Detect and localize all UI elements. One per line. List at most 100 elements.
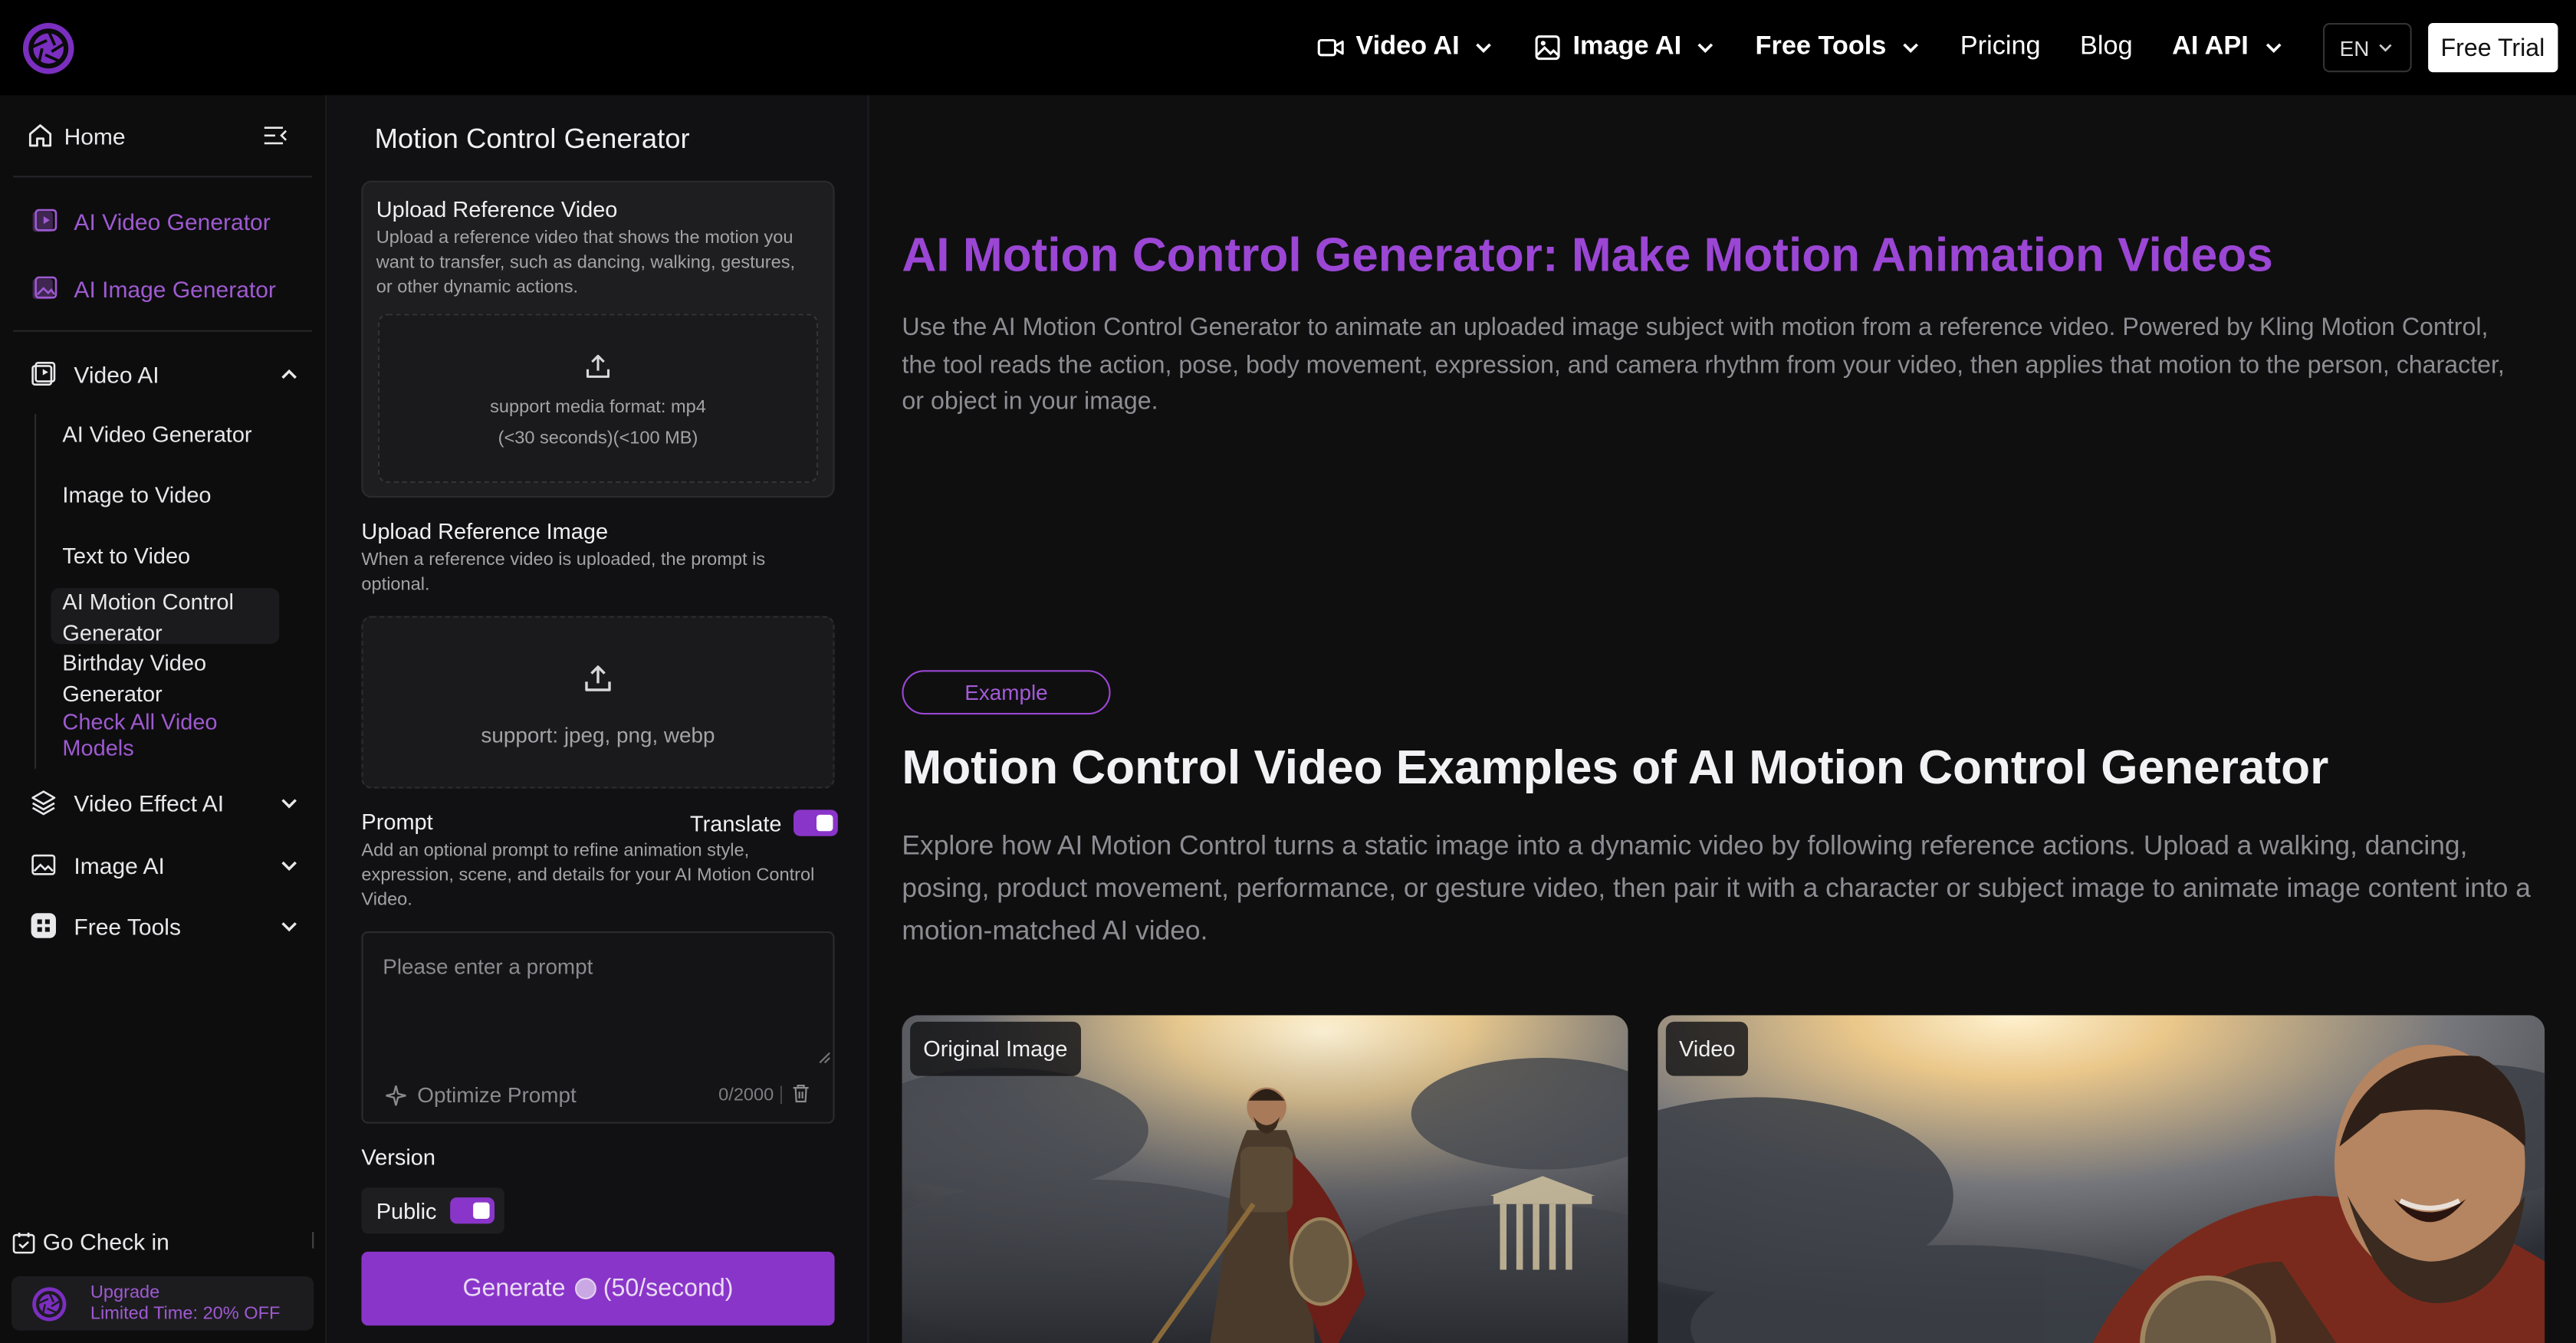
sidebar-item-video-ai[interactable]: Video AI bbox=[30, 360, 299, 387]
optimize-prompt-button[interactable]: Optimize Prompt bbox=[384, 1082, 577, 1108]
nav-blog[interactable]: Blog bbox=[2080, 33, 2133, 63]
prompt-box: Optimize Prompt 0/2000 bbox=[361, 931, 835, 1124]
reference-video-description: Upload a reference video that shows the … bbox=[376, 228, 796, 297]
chevron-down-icon bbox=[281, 921, 297, 931]
video-limit-text: (<30 seconds)(<100 MB) bbox=[498, 429, 698, 448]
home-icon bbox=[28, 124, 52, 147]
sidebar-item-ai-video-generator[interactable]: AI Video Generator bbox=[30, 207, 299, 235]
optimize-prompt-label: Optimize Prompt bbox=[417, 1082, 577, 1108]
trash-icon[interactable] bbox=[790, 1082, 812, 1104]
divider bbox=[13, 176, 313, 178]
sidebar-subitem-birthday-video[interactable]: Birthday Video Generator bbox=[62, 647, 276, 709]
nav-blog-label: Blog bbox=[2080, 32, 2133, 61]
public-control: Public bbox=[361, 1187, 504, 1234]
page-title: AI Motion Control Generator: Make Motion… bbox=[902, 230, 2273, 283]
prompt-input[interactable] bbox=[363, 933, 833, 1069]
video-format-text: support media format: mp4 bbox=[490, 397, 706, 418]
sidebar-subitem-image-to-video[interactable]: Image to Video bbox=[62, 480, 276, 511]
image-icon bbox=[31, 854, 56, 875]
generate-button[interactable]: Generate (50/second) bbox=[361, 1251, 835, 1326]
top-navigation: Video AI Image AI Free Tools Pricing Blo… bbox=[0, 0, 2576, 96]
reference-image-title: Upload Reference Image bbox=[361, 519, 609, 544]
nav-pricing[interactable]: Pricing bbox=[1960, 33, 2041, 63]
language-selector[interactable]: EN bbox=[2322, 23, 2411, 73]
collapse-sidebar-icon[interactable] bbox=[261, 122, 289, 149]
sidebar-item-label: Image AI bbox=[74, 852, 165, 878]
go-check-in-link[interactable]: Go Check in bbox=[12, 1229, 169, 1255]
chevron-down-icon bbox=[1476, 43, 1492, 54]
sidebar-check-all-models[interactable]: Check All Video Models bbox=[62, 710, 276, 763]
reference-video-card: Upload Reference Video Upload a referenc… bbox=[361, 180, 835, 498]
sidebar-item-video-effect-ai[interactable]: Video Effect AI bbox=[30, 789, 299, 816]
free-trial-button[interactable]: Free Trial bbox=[2427, 23, 2558, 73]
video-tag: Video bbox=[1665, 1021, 1749, 1076]
sidebar-item-free-tools[interactable]: Free Tools bbox=[30, 911, 299, 939]
generate-cost: (50/second) bbox=[603, 1274, 734, 1303]
nav-free-tools[interactable]: Free Tools bbox=[1756, 33, 1921, 63]
translate-toggle[interactable] bbox=[793, 809, 838, 836]
generator-panel: Motion Control Generator Upload Referenc… bbox=[328, 95, 869, 1343]
main-content: AI Motion Control Generator: Make Motion… bbox=[870, 95, 2576, 1343]
video-card[interactable]: Video bbox=[1658, 1015, 2545, 1343]
reference-video-dropzone[interactable]: support media format: mp4 (<30 seconds)(… bbox=[377, 314, 819, 483]
sidebar-home-label: Home bbox=[64, 122, 126, 149]
warrior-video-frame bbox=[1658, 1015, 2545, 1343]
section-description: Explore how AI Motion Control turns a st… bbox=[902, 831, 2531, 947]
version-label: Version bbox=[361, 1144, 435, 1170]
calendar-check-icon bbox=[12, 1231, 35, 1253]
divider bbox=[780, 1085, 782, 1104]
chevron-down-icon bbox=[2266, 43, 2281, 54]
sidebar-item-label: AI Image Generator bbox=[74, 274, 276, 302]
video-camera-icon bbox=[1318, 38, 1345, 57]
section-title: Motion Control Video Examples of AI Moti… bbox=[902, 742, 2329, 796]
nav-links: Video AI Image AI Free Tools Pricing Blo… bbox=[1316, 0, 2576, 95]
reference-image-description: When a reference video is uploaded, the … bbox=[361, 550, 766, 595]
image-format-text: support: jpeg, png, webp bbox=[481, 722, 715, 747]
reference-video-title: Upload Reference Video bbox=[376, 197, 618, 222]
sidebar-subitem-ai-motion-control[interactable]: AI Motion Control Generator bbox=[62, 586, 276, 649]
brand-logo[interactable] bbox=[21, 21, 76, 76]
upload-icon bbox=[585, 665, 611, 691]
sidebar-item-label: Free Tools bbox=[74, 912, 181, 939]
credit-coin-icon bbox=[575, 1278, 597, 1299]
upload-icon bbox=[586, 354, 610, 378]
chevron-down-icon bbox=[1903, 43, 1919, 54]
sparkle-icon bbox=[386, 1085, 406, 1105]
sidebar-subitem-text-to-video[interactable]: Text to Video bbox=[62, 540, 276, 572]
sidebar-subitem-ai-video-generator[interactable]: AI Video Generator bbox=[62, 419, 276, 450]
page-intro: Use the AI Motion Control Generator to a… bbox=[902, 314, 2505, 416]
sidebar-item-image-ai[interactable]: Image AI bbox=[30, 851, 299, 878]
divider bbox=[13, 330, 313, 332]
upgrade-text: Upgrade Limited Time: 20% OFF bbox=[90, 1282, 281, 1325]
reference-image-dropzone[interactable]: support: jpeg, png, webp bbox=[361, 616, 835, 789]
example-badge: Example bbox=[902, 670, 1111, 715]
sidebar-item-ai-image-generator[interactable]: AI Image Generator bbox=[30, 274, 299, 302]
public-label: Public bbox=[376, 1198, 437, 1223]
nav-image-ai-label: Image AI bbox=[1572, 32, 1682, 61]
nav-image-ai[interactable]: Image AI bbox=[1533, 33, 1716, 63]
upgrade-banner[interactable]: Upgrade Limited Time: 20% OFF bbox=[12, 1276, 314, 1331]
nav-ai-api[interactable]: AI API bbox=[2172, 33, 2283, 63]
check-in-label: Go Check in bbox=[42, 1228, 169, 1256]
translate-label: Translate bbox=[690, 810, 782, 836]
sidebar-item-label: AI Video Generator bbox=[74, 208, 271, 235]
nav-pricing-label: Pricing bbox=[1960, 32, 2041, 61]
prompt-description: Add an optional prompt to refine animati… bbox=[361, 841, 815, 911]
upgrade-title: Upgrade bbox=[90, 1282, 160, 1302]
submenu-guide-line bbox=[34, 414, 37, 769]
resize-handle-icon[interactable] bbox=[818, 1051, 831, 1064]
nav-video-ai[interactable]: Video AI bbox=[1316, 33, 1494, 63]
public-toggle[interactable] bbox=[449, 1197, 495, 1224]
nav-free-tools-label: Free Tools bbox=[1755, 32, 1887, 61]
sidebar-item-label: Video Effect AI bbox=[74, 789, 225, 816]
sidebar-home[interactable]: Home bbox=[26, 122, 299, 149]
original-image-card[interactable]: Original Image bbox=[902, 1015, 1628, 1343]
video-ai-icon bbox=[31, 362, 56, 386]
layers-icon bbox=[31, 790, 56, 816]
character-counter: 0/2000 bbox=[718, 1085, 774, 1106]
language-label: EN bbox=[2339, 35, 2370, 61]
sidebar-item-label: Video AI bbox=[74, 360, 159, 387]
chevron-down-icon bbox=[281, 860, 297, 870]
chevron-down-icon bbox=[2379, 44, 2392, 52]
image-icon bbox=[1536, 35, 1561, 61]
